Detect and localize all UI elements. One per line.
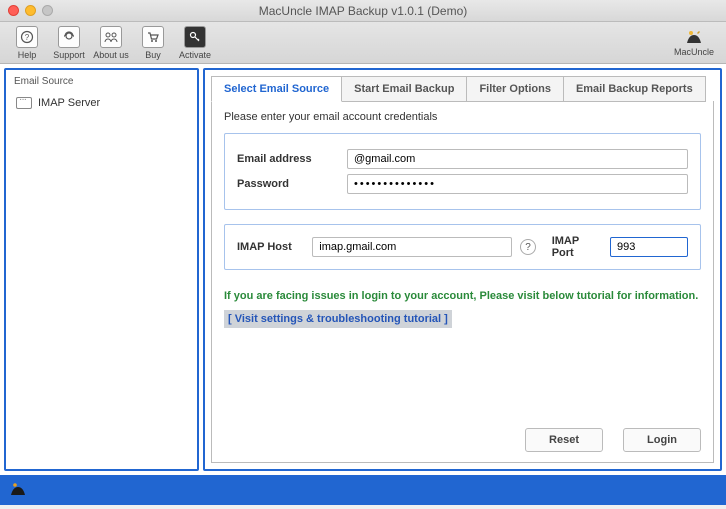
password-label: Password <box>237 178 347 190</box>
buy-button[interactable]: Buy <box>132 26 174 60</box>
support-button[interactable]: Support <box>48 26 90 60</box>
activate-button[interactable]: Activate <box>174 26 216 60</box>
reset-button[interactable]: Reset <box>525 428 603 452</box>
instruction-text: Please enter your email account credenti… <box>224 111 701 123</box>
svg-text:?: ? <box>25 33 30 42</box>
window-title: MacUncle IMAP Backup v1.0.1 (Demo) <box>0 4 726 18</box>
login-button[interactable]: Login <box>623 428 701 452</box>
sidebar-header: Email Source <box>10 74 193 93</box>
content-panel: Select Email Source Start Email Backup F… <box>203 68 722 471</box>
toolbar: ? Help Support About us Buy Activate Mac… <box>0 22 726 64</box>
about-button[interactable]: About us <box>90 26 132 60</box>
sidebar: Email Source IMAP Server <box>4 68 199 471</box>
password-field[interactable] <box>347 174 688 194</box>
macuncle-icon <box>683 29 705 47</box>
email-field[interactable] <box>347 149 688 169</box>
server-icon <box>16 97 32 109</box>
sidebar-item-label: IMAP Server <box>38 97 100 109</box>
host-help-button[interactable]: ? <box>520 239 535 255</box>
help-icon: ? <box>16 26 38 48</box>
server-group: IMAP Host ? IMAP Port <box>224 224 701 270</box>
tab-bar: Select Email Source Start Email Backup F… <box>211 76 714 102</box>
imap-host-label: IMAP Host <box>237 241 304 253</box>
key-icon <box>184 26 206 48</box>
cart-icon <box>142 26 164 48</box>
tab-email-backup-reports[interactable]: Email Backup Reports <box>564 76 706 102</box>
tab-start-email-backup[interactable]: Start Email Backup <box>342 76 467 102</box>
imap-host-field[interactable] <box>312 237 512 257</box>
tab-body: Please enter your email account credenti… <box>211 101 714 463</box>
troubleshoot-message: If you are facing issues in login to you… <box>224 290 701 302</box>
brand-logo: MacUncle <box>674 29 714 57</box>
sidebar-item-imap-server[interactable]: IMAP Server <box>10 93 193 113</box>
imap-port-label: IMAP Port <box>552 235 602 259</box>
tab-select-email-source[interactable]: Select Email Source <box>211 76 342 102</box>
help-button[interactable]: ? Help <box>6 26 48 60</box>
titlebar: MacUncle IMAP Backup v1.0.1 (Demo) <box>0 0 726 22</box>
imap-port-field[interactable] <box>610 237 688 257</box>
people-icon <box>100 26 122 48</box>
tab-filter-options[interactable]: Filter Options <box>467 76 564 102</box>
support-icon <box>58 26 80 48</box>
footer-bar <box>0 475 726 505</box>
credentials-group: Email address Password <box>224 133 701 210</box>
troubleshoot-link[interactable]: [ Visit settings & troubleshooting tutor… <box>224 310 452 328</box>
email-label: Email address <box>237 153 347 165</box>
footer-logo-icon <box>8 481 28 499</box>
